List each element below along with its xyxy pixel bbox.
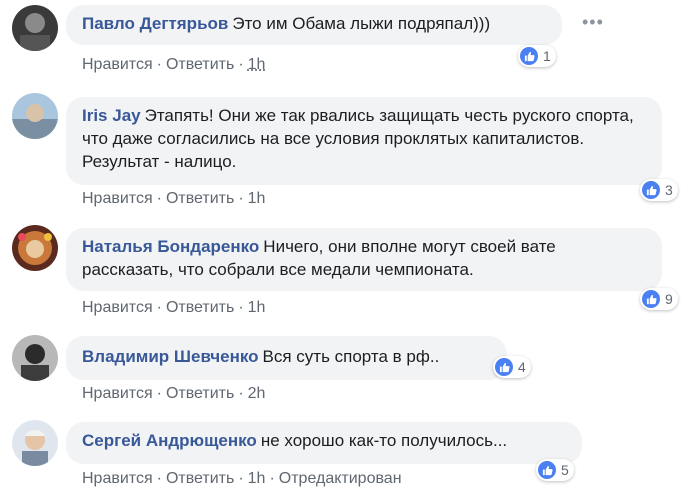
comment-author[interactable]: Наталья Бондаренко [82,237,259,256]
timestamp[interactable]: 1h [248,190,266,207]
comment-author[interactable]: Iris Jay [82,106,141,125]
separator: · [238,56,244,73]
timestamp[interactable]: 2h [248,385,266,402]
thumbs-up-icon [538,461,556,479]
reply-link[interactable]: Ответить [166,299,234,316]
comment-actions: Нравится · Ответить · 1h [82,299,265,317]
avatar[interactable] [12,5,58,51]
thumbs-up-icon [495,358,513,376]
comment-bubble: Павло Дегтярьов Это им Обама лыжи подряпа… [66,5,562,45]
comment-text: Этапять! Они же так рвались защищать чес… [82,106,634,171]
reaction-count[interactable]: 1 [518,45,556,67]
timestamp[interactable]: 1h [248,299,266,316]
timestamp[interactable]: 1h [248,56,266,73]
separator: · [238,385,244,402]
thumbs-up-icon [642,181,660,199]
separator: · [269,470,275,487]
reaction-count[interactable]: 4 [493,356,531,378]
separator: · [156,299,162,316]
like-link[interactable]: Нравится [82,190,153,207]
comment-text: Это им Обама лыжи подряпал))) [232,14,491,33]
comment-actions: Нравится · Ответить · 2h [82,385,265,403]
like-count: 9 [665,291,673,307]
edited-label[interactable]: Отредактирован [279,470,402,487]
avatar[interactable] [12,225,58,271]
avatar[interactable] [12,420,58,466]
thumbs-up-icon [520,47,538,65]
thumbs-up-icon [642,290,660,308]
reaction-count[interactable]: 9 [640,288,678,310]
comment-bubble: Iris Jay Этапять! Они же так рвались защи… [66,97,662,185]
separator: · [238,190,244,207]
separator: · [156,190,162,207]
comment-actions: Нравится · Ответить · 1h [82,190,265,208]
like-link[interactable]: Нравится [82,56,153,73]
comment-bubble: Сергей Андрющенко не хорошо как-то получи… [66,422,582,464]
like-count: 5 [561,462,569,478]
comment-actions: Нравится · Ответить · 1h [82,56,265,74]
comment-author[interactable]: Владимир Шевченко [82,347,259,366]
reaction-count[interactable]: 3 [640,179,678,201]
comment-text: Вся суть спорта в рф.. [262,347,440,366]
comment-actions: Нравится · Ответить · 1h · Отредактирован [82,470,402,488]
like-count: 4 [518,359,526,375]
more-options-icon[interactable]: ••• [582,12,604,33]
reply-link[interactable]: Ответить [166,470,234,487]
separator: · [156,385,162,402]
avatar[interactable] [12,335,58,381]
comment-bubble: Владимир Шевченко Вся суть спорта в рф.. [66,336,507,380]
like-count: 3 [665,182,673,198]
reply-link[interactable]: Ответить [166,56,234,73]
avatar[interactable] [12,93,58,139]
comment-author[interactable]: Павло Дегтярьов [82,14,228,33]
separator: · [238,299,244,316]
comment-text: не хорошо как-то получилось... [260,431,508,450]
comment-author[interactable]: Сергей Андрющенко [82,431,257,450]
like-link[interactable]: Нравится [82,299,153,316]
comment-bubble: Наталья Бондаренко Ничего, они вполне мог… [66,228,662,291]
separator: · [238,470,244,487]
reply-link[interactable]: Ответить [166,190,234,207]
like-count: 1 [543,48,551,64]
like-link[interactable]: Нравится [82,385,153,402]
reply-link[interactable]: Ответить [166,385,234,402]
timestamp[interactable]: 1h [248,470,266,487]
like-link[interactable]: Нравится [82,470,153,487]
separator: · [156,470,162,487]
separator: · [156,56,162,73]
reaction-count[interactable]: 5 [536,459,574,481]
